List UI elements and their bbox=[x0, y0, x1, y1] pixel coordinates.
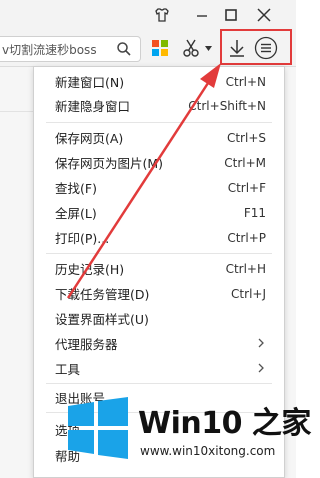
menu-item-shortcut: Ctrl+J bbox=[231, 286, 266, 301]
menu-item-label: 查找(F) bbox=[55, 181, 97, 196]
chevron-down-icon[interactable] bbox=[205, 46, 212, 51]
menu-item-label: 新建隐身窗口 bbox=[55, 99, 131, 114]
address-bar[interactable]: ⅴ切割流速秒boss bbox=[0, 36, 141, 62]
menu-item-interface-style[interactable]: 设置界面样式(U) bbox=[34, 306, 284, 331]
windows-logo-icon bbox=[68, 397, 128, 459]
close-icon[interactable] bbox=[255, 6, 273, 24]
apps-grid-icon[interactable] bbox=[152, 40, 168, 56]
scissors-icon[interactable] bbox=[182, 38, 202, 58]
menu-item-save-page[interactable]: 保存网页(A) Ctrl+S bbox=[34, 125, 284, 150]
menu-item-label: 历史记录(H) bbox=[55, 262, 125, 277]
title-bar bbox=[0, 0, 296, 30]
menu-item-shortcut: F11 bbox=[243, 205, 266, 220]
menu-item-history[interactable]: 历史记录(H) Ctrl+H bbox=[34, 256, 284, 281]
menu-separator bbox=[46, 383, 272, 384]
watermark-title: Win10 之家 bbox=[138, 406, 311, 441]
search-icon[interactable] bbox=[116, 41, 132, 57]
menu-item-shortcut: Ctrl+P bbox=[227, 230, 266, 245]
menu-separator bbox=[46, 122, 272, 123]
menu-item-shortcut: Ctrl+N bbox=[225, 74, 266, 89]
page-background-left bbox=[0, 67, 33, 478]
menu-item-label: 全屏(L) bbox=[55, 206, 97, 221]
address-bar-text: ⅴ切割流速秒boss bbox=[2, 43, 97, 57]
menu-item-shortcut: Ctrl+M bbox=[224, 155, 266, 170]
chevron-right-icon bbox=[258, 363, 264, 373]
menu-item-save-page-as-image[interactable]: 保存网页为图片(M) Ctrl+M bbox=[34, 150, 284, 175]
skin-shirt-icon[interactable] bbox=[153, 6, 171, 24]
maximize-icon[interactable] bbox=[222, 6, 240, 24]
menu-item-label: 保存网页为图片(M) bbox=[55, 156, 164, 171]
menu-item-label: 下载任务管理(D) bbox=[55, 287, 150, 302]
menu-item-print[interactable]: 打印(P)... Ctrl+P bbox=[34, 225, 284, 250]
menu-item-new-incognito-window[interactable]: 新建隐身窗口 Ctrl+Shift+N bbox=[34, 93, 284, 118]
menu-item-shortcut: Ctrl+H bbox=[225, 261, 266, 276]
win10-watermark: Win10 之家 www.win10xitong.com bbox=[66, 392, 311, 472]
menu-item-proxy-server[interactable]: 代理服务器 bbox=[34, 331, 284, 356]
menu-item-shortcut: Ctrl+F bbox=[227, 180, 266, 195]
minimize-icon[interactable] bbox=[193, 6, 211, 24]
menu-item-label: 保存网页(A) bbox=[55, 131, 124, 146]
menu-item-label: 工具 bbox=[55, 362, 81, 377]
chevron-right-icon bbox=[258, 338, 264, 348]
menu-separator bbox=[46, 253, 272, 254]
menu-item-shortcut: Ctrl+Shift+N bbox=[188, 98, 266, 113]
menu-item-label: 设置界面样式(U) bbox=[55, 312, 149, 327]
menu-item-label: 打印(P)... bbox=[55, 231, 110, 246]
menu-item-label: 代理服务器 bbox=[55, 337, 118, 352]
menu-item-find[interactable]: 查找(F) Ctrl+F bbox=[34, 175, 284, 200]
menu-item-fullscreen[interactable]: 全屏(L) F11 bbox=[34, 200, 284, 225]
menu-item-label: 新建窗口(N) bbox=[55, 75, 125, 90]
menu-item-tools[interactable]: 工具 bbox=[34, 356, 284, 381]
menu-item-shortcut: Ctrl+S bbox=[226, 130, 266, 145]
menu-button-highlight-box bbox=[220, 29, 292, 65]
menu-item-new-window[interactable]: 新建窗口(N) Ctrl+N bbox=[34, 69, 284, 94]
watermark-url: www.win10xitong.com bbox=[140, 444, 276, 458]
menu-item-download-manager[interactable]: 下载任务管理(D) Ctrl+J bbox=[34, 281, 284, 306]
